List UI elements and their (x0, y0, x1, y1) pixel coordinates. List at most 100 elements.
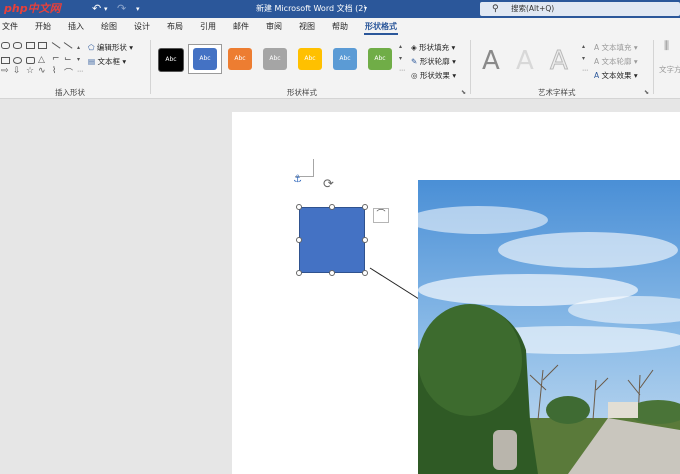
shape-effects-button[interactable]: ◎ 形状效果 ▾ (411, 70, 456, 81)
shape-style-swatch[interactable]: Abc (158, 48, 184, 72)
tab-help[interactable]: 帮助 (332, 18, 348, 36)
search-icon: ⚲ (492, 4, 499, 14)
document-title[interactable]: 新建 Microsoft Word 文档 (2) (256, 0, 366, 18)
tab-view[interactable]: 视图 (299, 18, 315, 36)
triangle-shape-icon[interactable]: △ (38, 55, 45, 65)
text-outline-icon: A (594, 57, 600, 66)
tab-review[interactable]: 审阅 (266, 18, 282, 36)
title-dropdown-icon[interactable]: ▾ (364, 0, 367, 18)
callout-shape-icon[interactable] (1, 42, 10, 49)
edit-shape-button[interactable]: ⬠ 编辑形状 ▾ (88, 42, 133, 53)
shape-style-swatch[interactable]: Abc (298, 48, 322, 70)
customize-toolbar-icon[interactable]: ▾ (136, 0, 140, 18)
down-arrow-shape-icon[interactable]: ⇩ (13, 66, 21, 76)
tab-insert[interactable]: 插入 (68, 18, 84, 36)
shape-style-swatch[interactable]: Abc (193, 48, 217, 70)
curve-shape-icon[interactable]: ∿ (38, 66, 46, 76)
text-direction-label[interactable]: 文字方 (659, 64, 680, 75)
tab-mailings[interactable]: 邮件 (233, 18, 249, 36)
wordart-style-2[interactable]: A (516, 46, 534, 76)
wordart-style-3[interactable]: A (550, 46, 569, 77)
tab-layout[interactable]: 布局 (167, 18, 183, 36)
tab-draw[interactable]: 绘图 (101, 18, 117, 36)
tab-file[interactable]: 文件 (2, 18, 18, 36)
tab-home[interactable]: 开始 (35, 18, 51, 36)
textbox-shape-icon[interactable] (26, 42, 35, 49)
text-box-button[interactable]: ▤ 文本框 ▾ (88, 56, 126, 67)
landscape-photo-image (418, 180, 680, 474)
elbow-arrow-shape-icon[interactable]: ⌙ (64, 54, 72, 64)
rounded-rect-shape-icon[interactable] (26, 57, 35, 64)
tab-references[interactable]: 引用 (200, 18, 216, 36)
margin-corner-mark (313, 159, 314, 177)
text-box-icon: ▤ (88, 57, 96, 66)
star-shape-icon[interactable]: ☆ (26, 66, 34, 76)
arc-shape-icon[interactable]: ⌒ (64, 66, 73, 79)
search-box[interactable] (480, 2, 680, 16)
redo-icon: ↷ (117, 2, 127, 15)
text-fill-label: 文本填充 (601, 43, 632, 52)
text-effects-label: 文本效果 (601, 71, 632, 80)
undo-icon[interactable]: ↶ (92, 0, 101, 18)
wordart-dialog-launcher-icon[interactable]: ⬊ (644, 89, 649, 96)
group-divider (470, 40, 471, 94)
text-fill-button[interactable]: A 文本填充 ▾ (594, 42, 638, 53)
anchor-icon: ⚓ (293, 174, 302, 185)
resize-handle-top-right[interactable] (362, 204, 368, 210)
right-arrow-shape-icon[interactable]: ⇨ (1, 66, 9, 76)
edit-shape-label: 编辑形状 (96, 43, 127, 52)
undo-dropdown-icon[interactable]: ▾ (104, 0, 108, 18)
rectangle-shape-icon[interactable] (1, 57, 10, 64)
gallery-more-icon[interactable]: ⋯ (77, 68, 83, 75)
style-more-icon[interactable]: ⋯ (399, 67, 405, 74)
group-divider (653, 40, 654, 94)
effects-icon: ◎ (411, 71, 418, 80)
ribbon-tab-bar: 文件 开始 插入 绘图 设计 布局 引用 邮件 审阅 视图 帮助 形状格式 (0, 18, 680, 36)
style-scroll-up-icon[interactable]: ▴ (399, 43, 402, 50)
shape-style-swatch[interactable]: Abc (333, 48, 357, 70)
shape-style-swatch[interactable]: Abc (228, 48, 252, 70)
oval-shape-icon[interactable] (13, 57, 22, 64)
active-tab-indicator (364, 33, 398, 35)
paint-bucket-icon: ◈ (411, 43, 417, 52)
gallery-scroll-down-icon[interactable]: ▾ (77, 56, 80, 63)
text-outline-button[interactable]: A 文本轮廓 ▾ (594, 56, 638, 67)
shape-outline-label: 形状轮廓 (419, 57, 450, 66)
oval-callout-shape-icon[interactable] (13, 42, 22, 49)
shape-style-swatch[interactable]: Abc (263, 48, 287, 70)
resize-handle-top[interactable] (329, 204, 335, 210)
shape-fill-label: 形状填充 (419, 43, 450, 52)
elbow-connector-shape-icon[interactable]: ⌐ (52, 54, 60, 64)
text-direction-icon[interactable]: ⫼ (664, 40, 669, 52)
resize-handle-top-left[interactable] (296, 204, 302, 210)
rotate-handle-icon[interactable]: ⟳ (323, 177, 334, 192)
freeform-shape-icon[interactable]: ⌇ (52, 66, 56, 76)
text-outline-label: 文本轮廓 (601, 57, 632, 66)
gallery-scroll-up-icon[interactable]: ▴ (77, 44, 80, 51)
shape-effects-label: 形状效果 (419, 71, 450, 80)
insert-shapes-group-label: 插入形状 (55, 88, 85, 97)
edit-shape-icon: ⬠ (88, 43, 95, 52)
selected-rectangle-shape[interactable] (299, 207, 365, 273)
inserted-photo[interactable] (418, 180, 680, 474)
shape-fill-button[interactable]: ◈ 形状填充 ▾ (411, 42, 455, 53)
group-divider (150, 40, 151, 94)
resize-handle-bottom-left[interactable] (296, 270, 302, 276)
shape-styles-group-label: 形状样式 (287, 88, 317, 97)
dialog-launcher-icon[interactable]: ⬊ (461, 89, 466, 96)
resize-handle-right[interactable] (362, 237, 368, 243)
wordart-style-1[interactable]: A (482, 46, 500, 76)
resize-handle-bottom[interactable] (329, 270, 335, 276)
layout-options-icon[interactable]: ⌒ (373, 208, 389, 223)
shape-outline-button[interactable]: ✎ 形状轮廓 ▾ (411, 56, 456, 67)
shape-style-swatch[interactable]: Abc (368, 48, 392, 70)
resize-handle-left[interactable] (296, 237, 302, 243)
text-effects-button[interactable]: A 文本效果 ▾ (594, 70, 638, 81)
text-fill-icon: A (594, 43, 600, 52)
wordart-scroll-down-icon[interactable]: ▾ (582, 55, 585, 62)
style-scroll-down-icon[interactable]: ▾ (399, 55, 402, 62)
wordart-more-icon[interactable]: ⋯ (582, 67, 588, 74)
vertical-textbox-shape-icon[interactable] (38, 42, 47, 49)
tab-design[interactable]: 设计 (134, 18, 150, 36)
wordart-scroll-up-icon[interactable]: ▴ (582, 43, 585, 50)
